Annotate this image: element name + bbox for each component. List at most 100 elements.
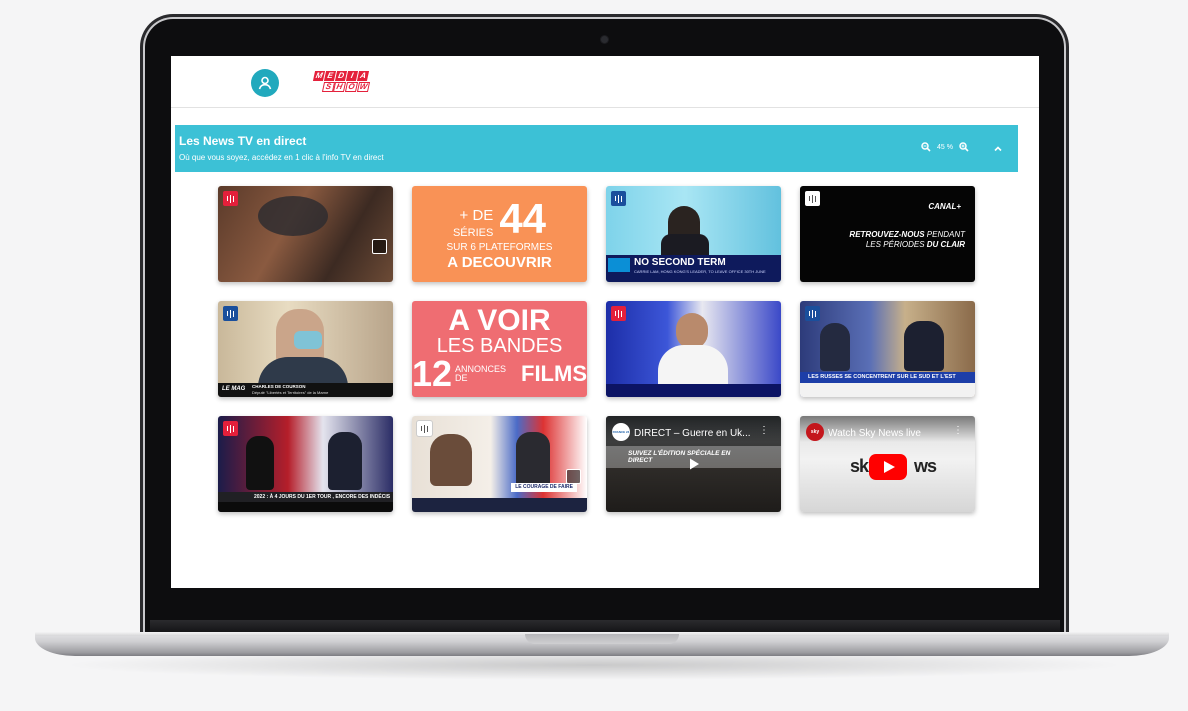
collapse-section-button[interactable]: [993, 141, 1003, 159]
promo-films-number: 12: [412, 353, 453, 394]
zoom-in-icon[interactable]: [959, 142, 969, 152]
section-subtitle: Où que vous soyez, accédez en 1 clic à l…: [179, 153, 384, 162]
channel-logo-text: sky: [810, 429, 820, 435]
more-options-icon[interactable]: ⋮: [759, 425, 769, 436]
guest-role: Député "Libertés et Territoires" de la M…: [252, 390, 329, 395]
channel-logo-text: FRANCE 24: [612, 430, 630, 434]
promo-series-headline: + DE SÉRIES 44: [453, 194, 547, 242]
live-badge: [223, 306, 238, 321]
campaign-slogan-box: LE COURAGE DE FAIRE: [511, 483, 577, 492]
user-avatar[interactable]: [251, 69, 279, 97]
lower-third-ticker: [218, 502, 393, 512]
channel-tile-debate[interactable]: 2022 : À 4 JOURS DU 1ER TOUR , ENCORE DE…: [218, 416, 393, 512]
zoom-level: 45 %: [937, 143, 953, 151]
zoom-out-icon[interactable]: [921, 142, 931, 152]
guest-name: CHARLES DE COURSON: [252, 384, 306, 389]
youtube-video-title[interactable]: Watch Sky News live: [828, 428, 921, 439]
canal-message: RETROUVEZ-NOUS PENDANT LES PÉRIODES DU C…: [849, 230, 965, 250]
lower-third-headline: 2022 : À 4 JOURS DU 1ER TOUR , ENCORE DE…: [218, 492, 393, 502]
live-badge: [417, 421, 432, 436]
promo-series-pre: + DE SÉRIES: [453, 208, 493, 240]
video-overlay-text: SUIVEZ L'ÉDITION SPÉCIALE EN DIRECT: [628, 450, 731, 465]
channel-tile-russia-report[interactable]: LES RUSSES SE CONCENTRENT SUR LE SUD ET …: [800, 301, 975, 397]
lower-third-headline: LES RUSSES SE CONCENTRENT SUR LE SUD ET …: [800, 372, 975, 383]
channel-tile-euronews[interactable]: NO SECOND TERM CARRIE LAM, HONG KONG'S L…: [606, 186, 781, 282]
youtube-channel-avatar[interactable]: FRANCE 24: [612, 423, 630, 441]
promo-films-line2: LES BANDES: [436, 335, 563, 357]
promo-series-cta: A DECOUVRIR: [447, 253, 552, 271]
youtube-channel-avatar[interactable]: sky: [806, 423, 824, 441]
channel-tile-canal-plus[interactable]: CANAL+ RETROUVEZ-NOUS PENDANT LES PÉRIOD…: [800, 186, 975, 282]
news-headline: NO SECOND TERM: [634, 257, 726, 268]
lower-third-ticker: [412, 498, 587, 512]
canal-msg-text: LES PÉRIODES: [865, 240, 927, 249]
scene-shape: [246, 436, 274, 490]
channel-grid: + DE SÉRIES 44 SUR 6 PLATEFORMES A DECOUV…: [218, 186, 975, 512]
laptop-opening-notch: [525, 634, 679, 644]
channel-tile-lcp[interactable]: LE MAG CHARLES DE COURSON Député "Libert…: [218, 301, 393, 397]
laptop-base: [35, 632, 1169, 656]
youtube-play-button[interactable]: [868, 453, 907, 480]
live-badge: [223, 191, 238, 206]
lower-third: LE MAG CHARLES DE COURSON Député "Libert…: [218, 383, 393, 397]
youtube-embed-france24[interactable]: SUIVEZ L'ÉDITION SPÉCIALE EN DIRECT FRAN…: [606, 416, 781, 512]
scene-shape: [820, 323, 850, 371]
lower-third: NO SECOND TERM CARRIE LAM, HONG KONG'S L…: [606, 255, 781, 282]
promo-tile-series[interactable]: + DE SÉRIES 44 SUR 6 PLATEFORMES A DECOUV…: [412, 186, 587, 282]
logo-letter: O: [344, 82, 358, 92]
logo-letter: A: [357, 71, 370, 81]
lower-third: [606, 384, 781, 397]
live-badge: [611, 191, 626, 206]
channel-tile-live-1[interactable]: [218, 186, 393, 282]
canal-plus-logo: CANAL+: [928, 202, 961, 211]
scene-shape: [430, 434, 472, 486]
media-show-logo[interactable]: M E D I A S H O W: [312, 71, 370, 92]
promo-films-line1: A VOIR: [448, 304, 551, 337]
scene-shape: [676, 313, 708, 349]
scene-shape: [258, 196, 328, 236]
promo-text: SÉRIES: [452, 226, 494, 239]
news-subline: CARRIE LAM, HONG KONG'S LEADER, TO LEAVE…: [634, 269, 766, 274]
scene-shape: [904, 321, 944, 371]
scene-shape: [661, 234, 709, 256]
scene-shape: [294, 331, 322, 349]
promo-series-platforms: SUR 6 PLATEFORMES: [446, 241, 553, 253]
play-icon[interactable]: [687, 457, 701, 471]
news-headline: 2022 : À 4 JOURS DU 1ER TOUR , ENCORE DE…: [254, 494, 391, 500]
youtube-video-title[interactable]: DIRECT – Guerre en Uk...: [634, 428, 751, 439]
euronews-logo: [608, 258, 630, 272]
laptop-screen: M E D I A S H O W Les News TV en direct …: [171, 56, 1039, 588]
fullscreen-icon[interactable]: [566, 469, 581, 484]
user-icon: [258, 76, 272, 90]
section-header-news-tv: Les News TV en direct Où que vous soyez,…: [175, 125, 1018, 172]
live-badge: [611, 306, 626, 321]
logo-row-show: S H O W: [313, 82, 370, 92]
canal-msg-text: RETROUVEZ-NOUS: [849, 230, 925, 239]
promo-tile-films[interactable]: A VOIR LES BANDES 12 ANNONCES DE FILMS: [412, 301, 587, 397]
live-badge: [223, 421, 238, 436]
fullscreen-icon[interactable]: [372, 239, 387, 254]
scene-shape: [328, 432, 362, 490]
show-name: LE MAG: [222, 386, 246, 392]
promo-films-line3: 12 ANNONCES DE FILMS: [412, 356, 587, 392]
canal-msg-text: DU CLAIR: [926, 240, 965, 249]
zoom-controls: 45 %: [921, 142, 969, 152]
live-badge: [805, 191, 820, 206]
promo-films-annonces: ANNONCES DE: [455, 365, 518, 383]
webcam: [601, 36, 608, 43]
scene-shape: [658, 345, 728, 385]
live-badge: [805, 306, 820, 321]
news-headline: LES RUSSES SE CONCENTRENT SUR LE SUD ET …: [808, 374, 956, 380]
channel-tile-live-3[interactable]: [606, 301, 781, 397]
promo-series-number: 44: [499, 194, 547, 242]
scene-shape: [516, 432, 550, 488]
canal-msg-text: PENDANT: [924, 230, 965, 239]
channel-tile-campaign[interactable]: LE COURAGE DE FAIRE: [412, 416, 587, 512]
campaign-slogan: LE COURAGE DE FAIRE: [515, 484, 573, 490]
lower-third-ticker: [800, 383, 975, 397]
section-title: Les News TV en direct: [179, 134, 307, 148]
chevron-up-icon: [994, 146, 1002, 152]
youtube-embed-sky-news[interactable]: sky Watch Sky News live ⋮ sk ws: [800, 416, 975, 512]
more-options-icon[interactable]: ⋮: [953, 425, 963, 436]
promo-text: DE: [455, 373, 468, 383]
